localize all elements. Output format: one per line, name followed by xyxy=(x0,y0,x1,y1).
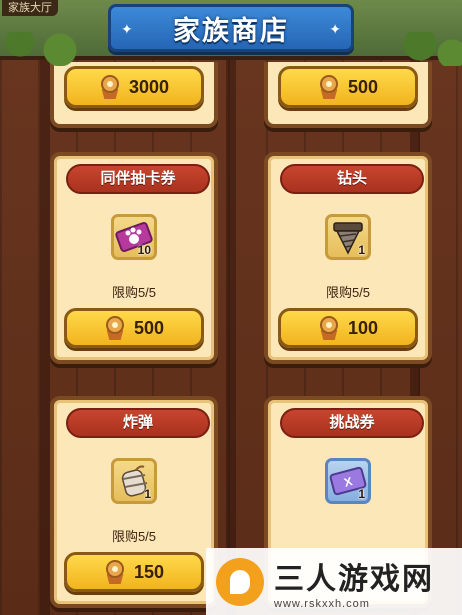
page-title: 家族商店 xyxy=(173,15,289,46)
shop-card-partial: 500 xyxy=(264,62,432,128)
title-banner: ✦ 家族商店 ✦ xyxy=(108,4,354,52)
site-logo-icon xyxy=(216,557,264,606)
sparkle-icon: ✦ xyxy=(121,21,133,37)
item-count: 1 xyxy=(144,487,151,501)
buy-button[interactable]: 3000 xyxy=(64,66,204,108)
item-slot[interactable]: 1 xyxy=(111,458,157,504)
buy-button[interactable]: 500 xyxy=(64,308,204,348)
shop-card: 炸弹 1 限购5/5 150 xyxy=(50,396,218,608)
family-coin-icon xyxy=(104,316,126,340)
shop-card-partial: 3000 xyxy=(50,62,218,128)
item-count: 10 xyxy=(137,243,151,257)
item-slot[interactable]: X 1 xyxy=(325,458,371,504)
watermark-title: 三人游戏网 xyxy=(274,562,434,596)
sparkle-icon: ✦ xyxy=(329,21,341,37)
price-value: 3000 xyxy=(128,76,170,97)
item-name: 同伴抽卡券 xyxy=(66,164,210,194)
price-value: 100 xyxy=(347,317,379,338)
watermark: 三人游戏网 www.rskxxh.com xyxy=(206,548,462,615)
purchase-limit: 限购5/5 xyxy=(111,529,157,544)
family-coin-icon xyxy=(318,75,340,99)
item-count: 1 xyxy=(358,243,365,257)
buy-button[interactable]: 500 xyxy=(278,66,418,108)
price-value: 500 xyxy=(347,76,379,97)
item-name: 炸弹 xyxy=(66,408,210,438)
buy-button[interactable]: 150 xyxy=(64,552,204,592)
item-name: 钻头 xyxy=(280,164,424,194)
shop-card: 同伴抽卡券 10 限购5/5 500 xyxy=(50,152,218,364)
family-coin-icon xyxy=(318,316,340,340)
family-coin-icon xyxy=(99,75,121,99)
family-hall-tab[interactable]: 家族大厅 xyxy=(2,0,58,16)
watermark-url: www.rskxxh.com xyxy=(274,597,370,610)
purchase-limit: 限购5/5 xyxy=(325,285,371,300)
purchase-limit: 限购5/5 xyxy=(111,285,157,300)
price-value: 150 xyxy=(133,561,165,582)
family-coin-icon xyxy=(104,560,126,584)
item-name: 挑战券 xyxy=(280,408,424,438)
item-count: 1 xyxy=(358,487,365,501)
buy-button[interactable]: 100 xyxy=(278,308,418,348)
item-slot[interactable]: 1 xyxy=(325,214,371,260)
price-value: 500 xyxy=(133,317,165,338)
item-slot[interactable]: 10 xyxy=(111,214,157,260)
shop-card: 钻头 1 限购5/5 100 xyxy=(264,152,432,364)
